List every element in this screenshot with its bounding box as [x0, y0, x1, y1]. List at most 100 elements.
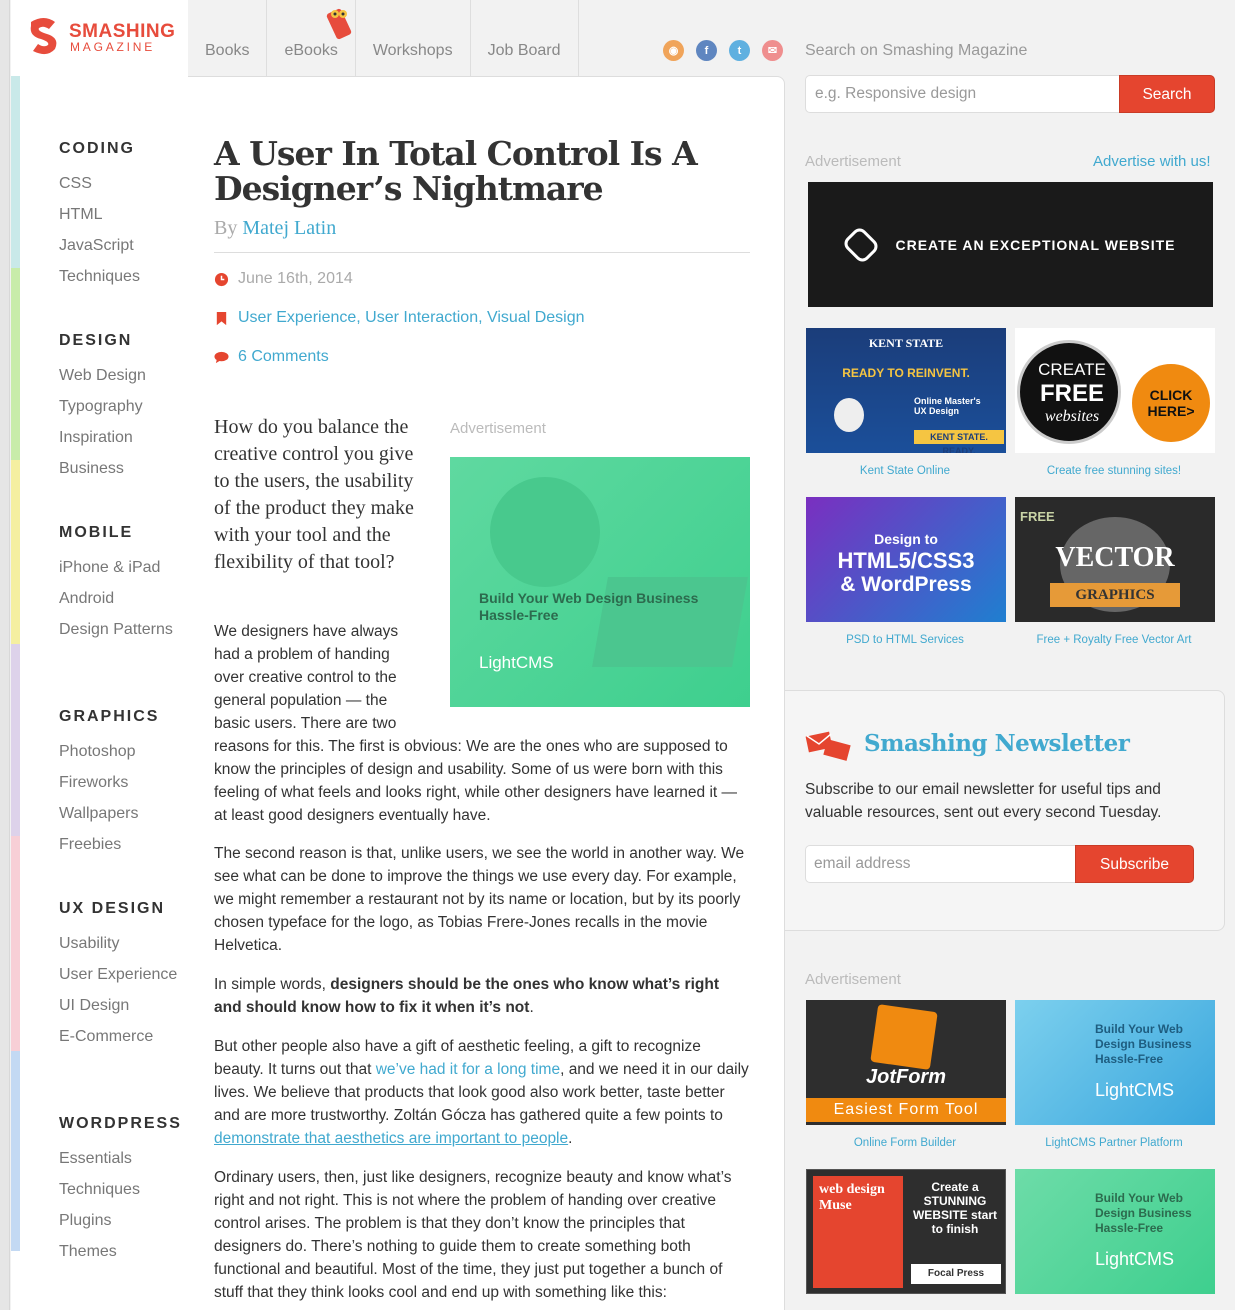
- ad-caption[interactable]: Create free stunning sites!: [1014, 465, 1214, 477]
- site-logo[interactable]: SMASHING MAGAZINE: [11, 0, 188, 76]
- ad-label: Advertisement: [450, 420, 546, 437]
- comments-count[interactable]: 6 Comments: [214, 348, 329, 366]
- email-icon[interactable]: ✉: [762, 40, 783, 61]
- newsletter-box: Smashing Newsletter Subscribe to our ema…: [785, 690, 1225, 931]
- envelope-icon: [805, 731, 851, 761]
- text: In simple words,: [214, 976, 331, 993]
- twitter-icon[interactable]: t: [729, 40, 750, 61]
- ad-ribbon: GRAPHICS: [1050, 583, 1180, 607]
- sidebar-link[interactable]: Fireworks: [59, 771, 179, 794]
- ad-text: VECTOR: [1055, 542, 1175, 573]
- rss-icon[interactable]: ◉: [663, 40, 684, 61]
- sidebar-category: GRAPHICS Photoshop Fireworks Wallpapers Free…: [11, 644, 188, 853]
- ebooks-mascot-icon: [326, 8, 352, 40]
- ad-brand: LightCMS: [479, 653, 554, 672]
- search-input[interactable]: e.g. Responsive design: [805, 75, 1120, 113]
- sidebar-link[interactable]: iPhone & iPad: [59, 556, 179, 579]
- sidebar-link[interactable]: Essentials: [59, 1147, 179, 1170]
- category-links: iPhone & iPad Android Design Patterns: [59, 556, 179, 649]
- lightcms-ad-2[interactable]: Build Your Web Design Business Hassle-Fr…: [1015, 1169, 1215, 1294]
- ad-text: Easiest Form Tool: [806, 1098, 1006, 1122]
- sidebar-link[interactable]: User Experience: [59, 963, 179, 986]
- author-link[interactable]: Matej Latin: [242, 217, 336, 239]
- sidebar-link[interactable]: Android: [59, 587, 179, 610]
- category-heading[interactable]: MOBILE: [59, 524, 133, 542]
- kent-state-ad[interactable]: KENT STATE READY TO REINVENT. Online Mas…: [806, 328, 1006, 453]
- sidebar-category: DESIGN Web Design Typography Inspiration Bus…: [11, 268, 188, 477]
- sidebar-link[interactable]: Techniques: [59, 1178, 179, 1201]
- nav-ebooks[interactable]: eBooks: [267, 0, 356, 76]
- vector-graphics-ad[interactable]: FREE VECTOR GRAPHICS: [1015, 497, 1215, 622]
- category-heading[interactable]: CODING: [59, 140, 135, 158]
- banner-text: CREATE AN EXCEPTIONAL WEBSITE: [895, 236, 1176, 253]
- inline-link[interactable]: demonstrate that aesthetics are importan…: [214, 1130, 568, 1147]
- nav-books[interactable]: Books: [188, 0, 268, 76]
- create-free-websites-ad[interactable]: CREATE FREE websites CLICK HERE>: [1015, 328, 1215, 453]
- sidebar-category: CODING CSS HTML JavaScript Techniques: [11, 76, 188, 285]
- subscribe-button[interactable]: Subscribe: [1075, 845, 1194, 883]
- ad-text: READY TO REINVENT.: [842, 366, 970, 380]
- sidebar-link[interactable]: Photoshop: [59, 740, 179, 763]
- search-button[interactable]: Search: [1119, 75, 1215, 113]
- byline-prefix: By: [214, 217, 238, 239]
- sidebar-link[interactable]: Usability: [59, 932, 179, 955]
- advertise-link[interactable]: Advertise with us!: [1093, 153, 1211, 170]
- category-heading[interactable]: DESIGN: [59, 332, 132, 350]
- category-heading[interactable]: WORDPRESS: [59, 1115, 182, 1133]
- ad-caption[interactable]: PSD to HTML Services: [805, 634, 1005, 646]
- email-field[interactable]: email address: [805, 845, 1076, 883]
- paragraph: The second reason is that, unlike users,…: [214, 845, 745, 954]
- ad-label: Advertisement: [805, 153, 901, 170]
- paragraph: Ordinary users, then, just like designer…: [214, 1169, 732, 1301]
- article-panel: A User In Total Control Is A Designer’s …: [188, 76, 785, 1310]
- text: .: [568, 1130, 573, 1147]
- ad-caption[interactable]: LightCMS Partner Platform: [1014, 1137, 1214, 1149]
- sidebar-link[interactable]: HTML: [59, 203, 179, 226]
- sidebar-link[interactable]: Themes: [59, 1240, 179, 1263]
- sidebar-link[interactable]: Typography: [59, 395, 179, 418]
- nav-job-board[interactable]: Job Board: [471, 0, 579, 76]
- jotform-ad[interactable]: JotForm Easiest Form Tool: [806, 1000, 1006, 1125]
- jotform-logo-icon: [870, 1004, 938, 1070]
- top-navigation: Books eBooks Workshops Job Board: [188, 0, 579, 76]
- lightcms-ad[interactable]: Build Your Web Design Business Hassle-Fr…: [450, 457, 750, 707]
- ad-headline: Build Your Web Design Business Hassle-Fr…: [479, 590, 699, 623]
- html5-css3-ad[interactable]: Design to HTML5/CSS3 & WordPress: [806, 497, 1006, 622]
- category-heading[interactable]: GRAPHICS: [59, 708, 159, 726]
- ad-text: Online Master's UX Design: [914, 396, 981, 416]
- ad-caption[interactable]: Free + Royalty Free Vector Art: [1014, 634, 1214, 646]
- inline-link[interactable]: we’ve had it for a long time: [376, 1061, 560, 1078]
- sidebar-link[interactable]: E-Commerce: [59, 1025, 179, 1048]
- ad-caption[interactable]: Online Form Builder: [805, 1137, 1005, 1149]
- paragraph: In simple words, designers should be the…: [214, 973, 750, 1019]
- article-categories: User Experience, User Interaction, Visua…: [214, 309, 585, 327]
- date-text: June 16th, 2014: [238, 270, 353, 287]
- muse-book-ad[interactable]: web design Muse Create a STUNNING WEBSIT…: [806, 1169, 1006, 1294]
- sidebar-link[interactable]: Plugins: [59, 1209, 179, 1232]
- category-links: Essentials Techniques Plugins Themes: [59, 1147, 179, 1271]
- ad-text: Build Your Web Design Business Hassle-Fr…: [1095, 1022, 1192, 1066]
- category-heading[interactable]: UX DESIGN: [59, 900, 165, 918]
- ad-text: KENT STATE: [868, 336, 944, 350]
- ad-caption[interactable]: Kent State Online: [805, 465, 1005, 477]
- lightcms-partner-ad[interactable]: Build Your Web Design Business Hassle-Fr…: [1015, 1000, 1215, 1125]
- newsletter-description: Subscribe to our email newsletter for us…: [805, 781, 1162, 821]
- search-label: Search on Smashing Magazine: [805, 42, 1028, 59]
- ad-text: websites: [1044, 408, 1100, 425]
- text: .: [529, 999, 534, 1016]
- categories-links[interactable]: User Experience, User Interaction, Visua…: [238, 309, 585, 327]
- sidebar-link[interactable]: UI Design: [59, 994, 179, 1017]
- sidebar-link[interactable]: Inspiration: [59, 426, 179, 449]
- nav-workshops[interactable]: Workshops: [356, 0, 471, 76]
- sidebar-link[interactable]: Web Design: [59, 364, 179, 387]
- sidebar-link[interactable]: Wallpapers: [59, 802, 179, 825]
- sidebar-link[interactable]: JavaScript: [59, 234, 179, 257]
- ad-text: FREE: [1039, 380, 1104, 407]
- category-color-bar: [11, 268, 20, 460]
- sidebar-link[interactable]: CSS: [59, 172, 179, 195]
- newsletter-title: Smashing Newsletter: [864, 730, 1130, 757]
- squarespace-banner-ad[interactable]: CREATE AN EXCEPTIONAL WEBSITE: [808, 182, 1213, 307]
- comments-link[interactable]: 6 Comments: [238, 348, 329, 366]
- sidebar-link[interactable]: Design Patterns: [59, 618, 179, 641]
- facebook-icon[interactable]: f: [696, 40, 717, 61]
